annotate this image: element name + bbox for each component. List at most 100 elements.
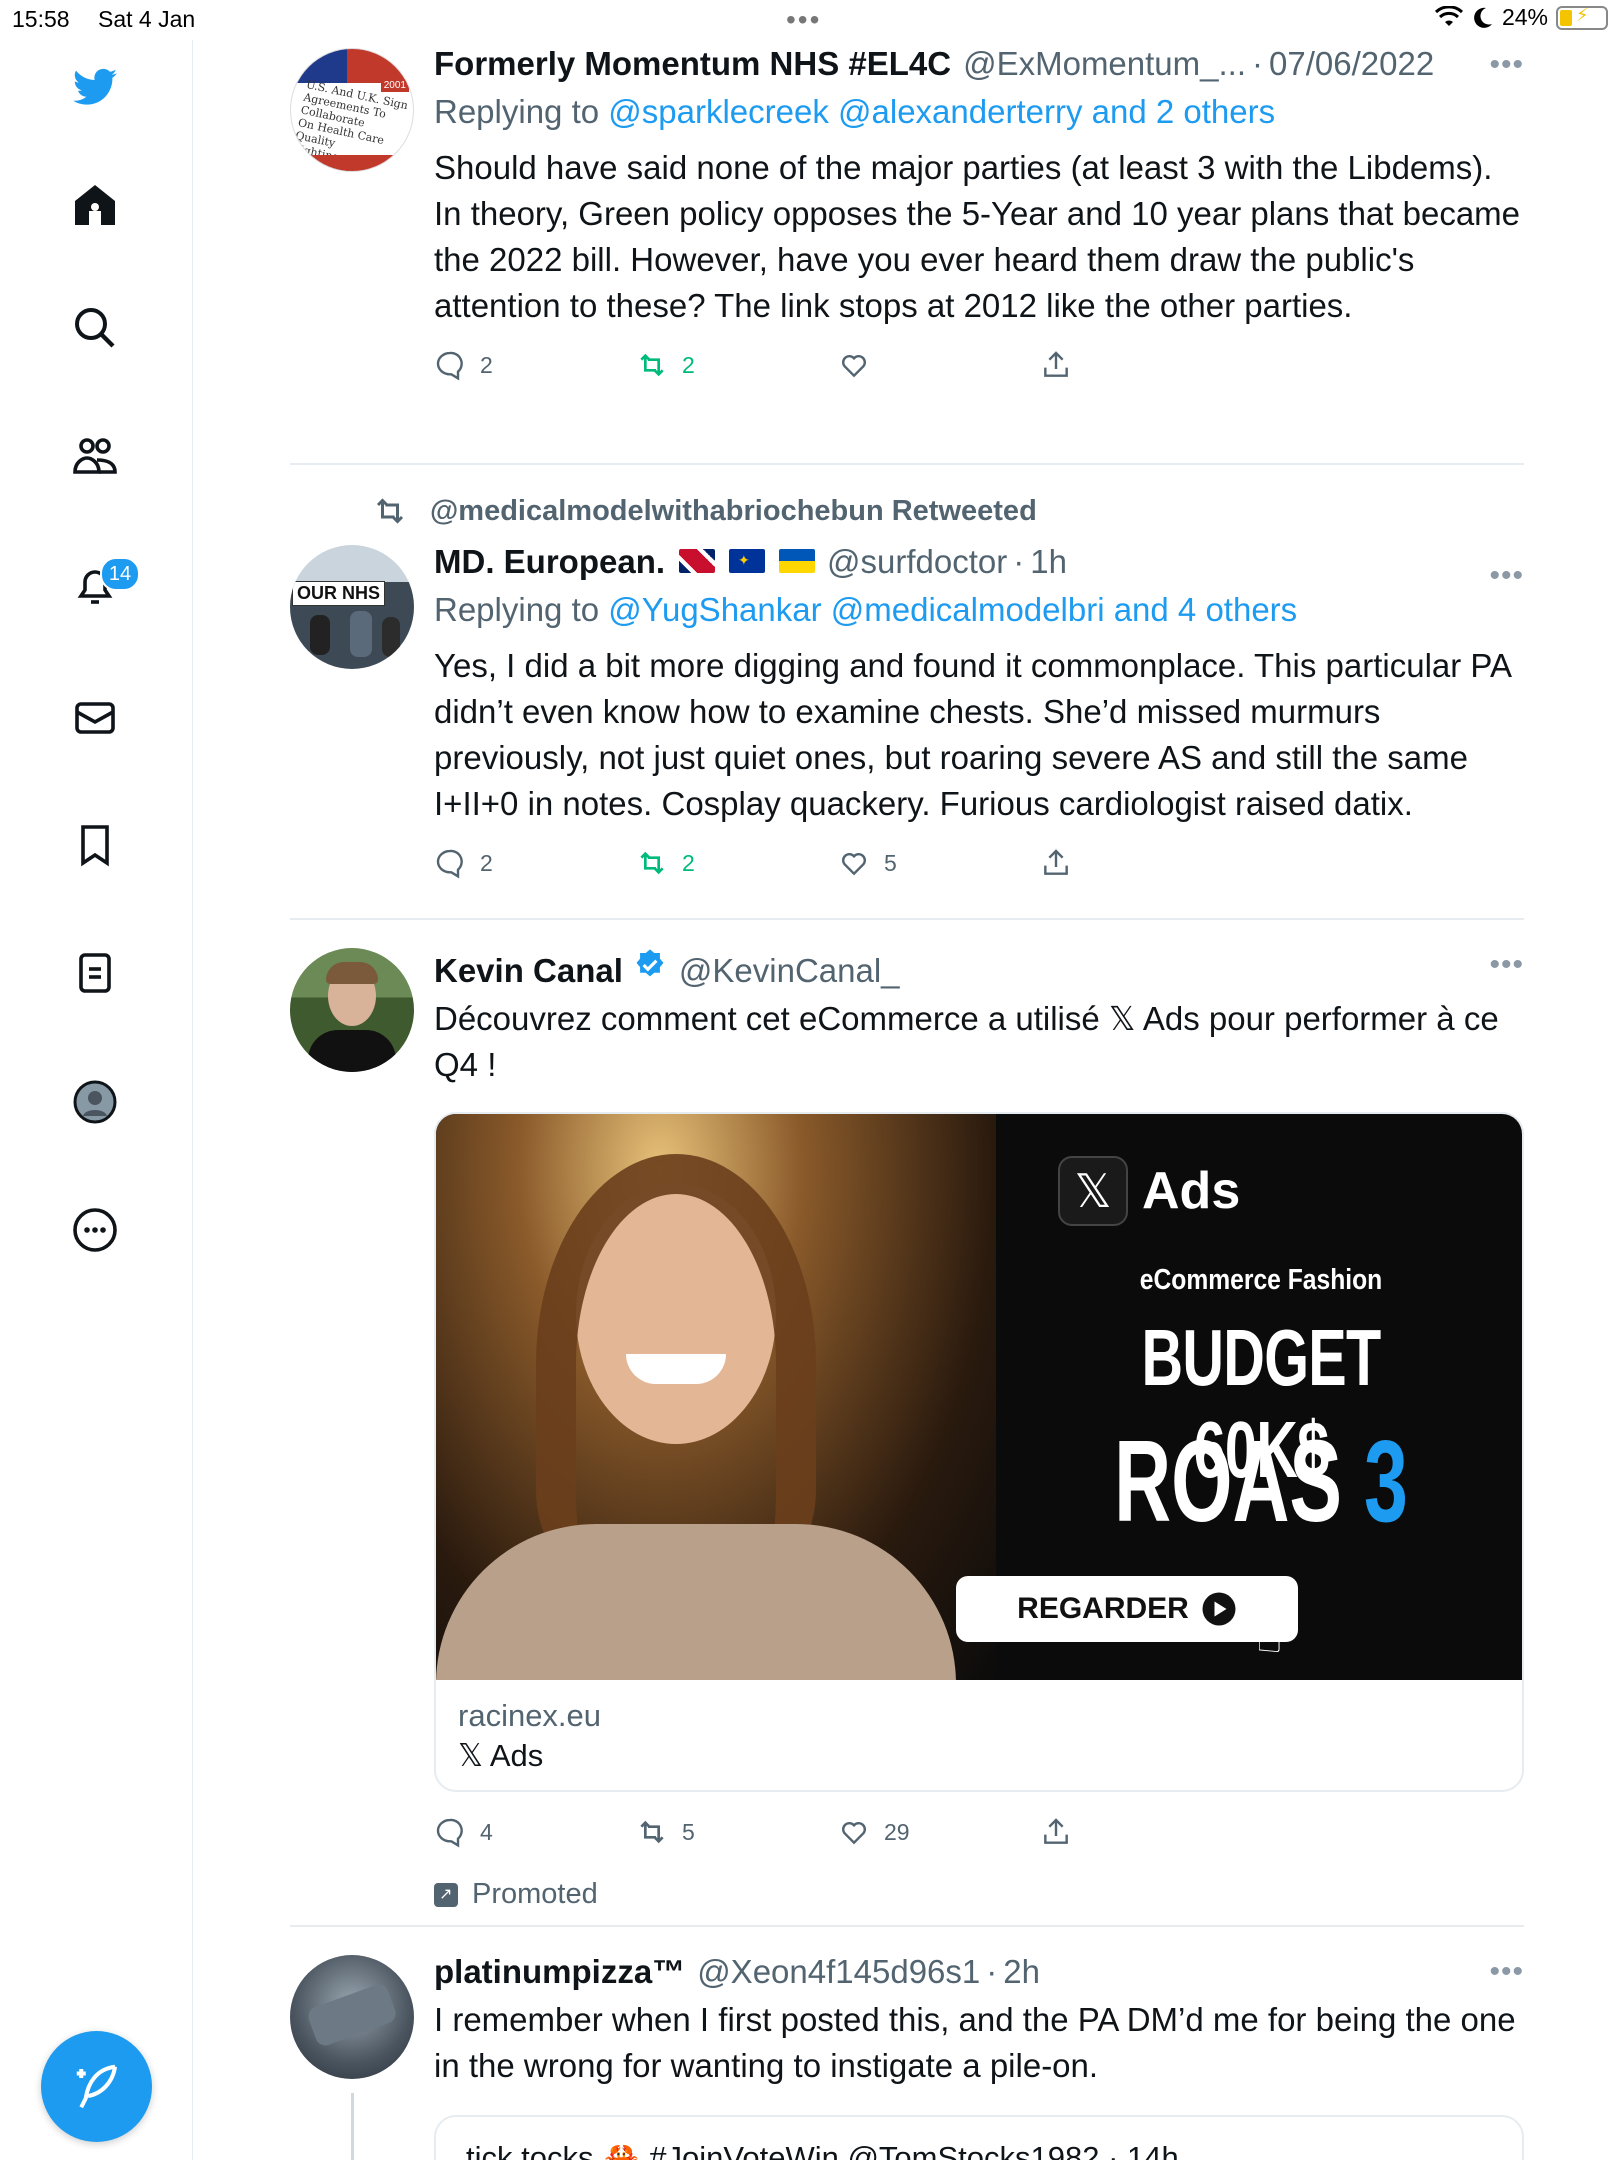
- retweet-button[interactable]: 5: [636, 1816, 838, 1848]
- author-handle[interactable]: @ExMomentum_...: [963, 45, 1246, 83]
- retweet-count: 2: [682, 849, 695, 876]
- tweet-text: Yes, I did a bit more digging and found …: [434, 647, 1511, 822]
- like-count: 29: [884, 1818, 910, 1845]
- bookmarks-icon[interactable]: [67, 817, 123, 873]
- reply-button[interactable]: 2: [434, 349, 636, 381]
- status-bar: 15:58 Sat 4 Jan ••• 24% ⚡: [0, 0, 1620, 40]
- author-handle[interactable]: @KevinCanal_: [679, 952, 900, 990]
- author-name[interactable]: MD. European.: [434, 543, 665, 581]
- avatar[interactable]: OUR NHS: [290, 545, 414, 669]
- heart-icon: [842, 355, 866, 378]
- tweet-header: platinumpizza™ @Xeon4f145d96s1 · 2h: [434, 1953, 1524, 1991]
- multitasking-dots-icon[interactable]: •••: [786, 4, 821, 36]
- tweet-more-icon[interactable]: •••: [1489, 48, 1524, 82]
- reply-count: 2: [480, 351, 493, 378]
- twitter-logo-icon[interactable]: [67, 60, 123, 116]
- more-options-icon[interactable]: [67, 1202, 123, 1258]
- compose-feather-icon: [76, 2064, 117, 2108]
- ad-image[interactable]: 𝕏 Ads eCommerce Fashion BUDGET 60K$ ROAS…: [436, 1114, 1522, 1680]
- tweet-header: MD. European. ✦ @surfdoctor · 1h: [434, 543, 1524, 581]
- reply-button[interactable]: 4: [434, 1816, 636, 1848]
- lists-icon[interactable]: [67, 945, 123, 1001]
- avatar[interactable]: [290, 1955, 414, 2079]
- x-ads-logo: 𝕏 Ads: [1058, 1156, 1240, 1226]
- ad-cta-button[interactable]: REGARDER: [956, 1576, 1298, 1642]
- reply-button[interactable]: 2: [434, 847, 636, 879]
- ad-card[interactable]: 𝕏 Ads eCommerce Fashion BUDGET 60K$ ROAS…: [434, 1112, 1524, 1792]
- tweet-time[interactable]: 1h: [1030, 543, 1067, 581]
- ad-subtitle: eCommerce Fashion: [1139, 1264, 1383, 1296]
- avatar[interactable]: U.S. And U.K. Sign Agreements To Collabor…: [290, 48, 414, 172]
- home-icon[interactable]: [67, 177, 123, 233]
- tweet[interactable]: platinumpizza™ @Xeon4f145d96s1 · 2h ••• …: [290, 1927, 1524, 2160]
- separator-dot: ·: [986, 1953, 998, 1990]
- separator-dot: ·: [1252, 45, 1264, 82]
- retweet-button[interactable]: 2: [636, 847, 838, 879]
- quoted-tweet[interactable]: tick.tocks 🦀 #JoinVoteWin @TomStocks1982…: [434, 2115, 1524, 2160]
- retweet-icon: [640, 1820, 664, 1844]
- like-button[interactable]: 29: [838, 1816, 1040, 1848]
- tweet-time[interactable]: 07/06/2022: [1269, 45, 1434, 83]
- tweet-actions: 2 2 5: [434, 843, 1524, 883]
- heart-icon: [842, 1822, 866, 1845]
- uk-flag-icon: [679, 549, 716, 573]
- ad-photo-sweater: [436, 1524, 956, 1680]
- replying-prefix: Replying to: [434, 93, 600, 130]
- share-icon: [1044, 849, 1068, 875]
- retweet-button[interactable]: 2: [636, 349, 838, 381]
- author-name[interactable]: platinumpizza™: [434, 1953, 685, 1991]
- ad-roas-value: 3: [1363, 1416, 1408, 1546]
- battery-icon: ⚡: [1556, 5, 1608, 30]
- ad-domain[interactable]: racinex.eu: [458, 1696, 1500, 1736]
- tweet-more-icon[interactable]: •••: [1489, 1955, 1524, 1989]
- like-button[interactable]: [838, 349, 1040, 381]
- share-button[interactable]: [1040, 1816, 1242, 1848]
- messages-icon[interactable]: [67, 690, 123, 746]
- ad-roas-label: ROAS: [1114, 1416, 1343, 1546]
- share-icon: [1044, 351, 1068, 377]
- like-button[interactable]: 5: [838, 847, 1040, 879]
- tweet-text: I remember when I first posted this, and…: [434, 2001, 1516, 2084]
- author-handle[interactable]: @surfdoctor: [827, 543, 1007, 581]
- replying-to: Replying to @YugShankar @medicalmodelbri…: [434, 591, 1524, 629]
- retweet-count: 2: [682, 351, 695, 378]
- timeline-feed: U.S. And U.K. Sign Agreements To Collabor…: [290, 40, 1524, 2160]
- replying-prefix: Replying to: [434, 591, 600, 628]
- ad-headline-roas: ROAS 3: [1081, 1414, 1441, 1548]
- replying-to-link[interactable]: @sparklecreek @alexanderterry and 2 othe…: [608, 93, 1275, 130]
- eu-flag-icon: ✦: [729, 549, 766, 573]
- tweet-time[interactable]: 2h: [1003, 1953, 1040, 1991]
- promoted-icon: ↗: [434, 1882, 458, 1907]
- retweeted-by-label: @medicalmodelwithabriochebun Retweeted: [372, 493, 1524, 529]
- ad-card-footer[interactable]: racinex.eu 𝕏 Ads: [436, 1680, 1522, 1790]
- ukraine-flag-icon: [779, 549, 816, 573]
- sidebar: 14: [0, 40, 193, 2160]
- tweet-text: Découvrez comment cet eCommerce a utilis…: [434, 1000, 1499, 1083]
- avatar[interactable]: [290, 948, 414, 1072]
- tweet[interactable]: @medicalmodelwithabriochebun Retweeted O…: [290, 465, 1524, 920]
- share-button[interactable]: [1040, 349, 1242, 381]
- retweeted-by-text[interactable]: @medicalmodelwithabriochebun Retweeted: [430, 495, 1037, 528]
- promoted-tweet[interactable]: Kevin Canal @KevinCanal_ ••• Découvrez c…: [290, 920, 1524, 1927]
- status-right: 24% ⚡: [1434, 4, 1608, 31]
- compose-tweet-button[interactable]: [41, 2031, 152, 2142]
- tweet-more-icon[interactable]: •••: [1489, 559, 1524, 593]
- promoted-text: Promoted: [472, 1878, 598, 1910]
- cursor-hand-icon: ☝: [1256, 1613, 1283, 1662]
- search-icon[interactable]: [67, 300, 123, 356]
- retweet-indicator-icon: [376, 498, 404, 524]
- tweet-more-icon[interactable]: •••: [1489, 948, 1524, 982]
- author-handle[interactable]: @Xeon4f145d96s1: [697, 1953, 980, 1991]
- communities-icon[interactable]: [67, 428, 123, 484]
- play-icon: [1202, 1592, 1236, 1626]
- profile-avatar-icon[interactable]: [67, 1074, 123, 1130]
- retweet-count: 5: [682, 1818, 695, 1845]
- author-name[interactable]: Kevin Canal: [434, 952, 623, 990]
- share-button[interactable]: [1040, 847, 1242, 879]
- replying-to-link[interactable]: @YugShankar @medicalmodelbri and 4 other…: [608, 591, 1297, 628]
- tweet[interactable]: U.S. And U.K. Sign Agreements To Collabor…: [290, 40, 1524, 465]
- quoted-tweet-header[interactable]: tick.tocks 🦀 #JoinVoteWin @TomStocks1982…: [466, 2140, 1179, 2160]
- author-name[interactable]: Formerly Momentum NHS #EL4C: [434, 45, 951, 83]
- verified-badge-icon: [636, 949, 664, 977]
- battery-percent: 24%: [1501, 4, 1548, 30]
